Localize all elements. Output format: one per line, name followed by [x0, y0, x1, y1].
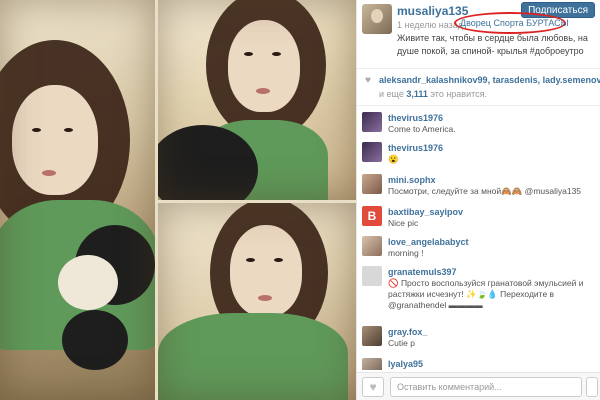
photo-top — [158, 0, 356, 200]
comment-text: Nice pic — [388, 218, 419, 228]
comment-username[interactable]: thevirus1976 — [388, 143, 443, 153]
commenter-avatar[interactable] — [362, 266, 382, 286]
heart-icon: ♥ — [365, 75, 371, 86]
comment-username[interactable]: gray.fox_ — [388, 327, 427, 337]
photo-bottom — [158, 203, 356, 400]
comment-text: Cutie p — [388, 338, 415, 348]
comment-username[interactable]: love_angelababyct — [388, 237, 469, 247]
comment-username[interactable]: lyalya95 — [388, 359, 423, 369]
author-avatar[interactable] — [362, 4, 392, 34]
photo-main — [0, 0, 155, 400]
commenter-avatar[interactable]: B — [362, 206, 382, 226]
more-options-button[interactable] — [586, 377, 598, 397]
post-location[interactable]: Дворец Спорта БУРТАСЫ — [460, 18, 569, 28]
comment-text: Посмотри, следуйте за мной🙈🙈 @musaliya13… — [388, 186, 582, 196]
likes-more-prefix: и еще — [379, 89, 404, 99]
photo-collage[interactable] — [0, 0, 356, 400]
comment-username[interactable]: thevirus1976 — [388, 113, 443, 123]
likes-count-line: и еще 3,111 это нравится. — [379, 89, 487, 99]
like-button[interactable]: ♥ — [362, 377, 384, 397]
comment-text: Come to America. — [388, 124, 456, 134]
likers-list[interactable]: aleksandr_kalashnikov99, tarasdenis, lad… — [379, 75, 600, 85]
commenter-avatar[interactable] — [362, 236, 382, 256]
comment-username[interactable]: granatemuls397 — [388, 267, 457, 277]
comment-footer: ♥ — [357, 372, 600, 400]
commenter-avatar[interactable] — [362, 326, 382, 346]
likes-count[interactable]: 3,111 — [406, 89, 428, 99]
comment-username[interactable]: baxtibay_sayipov — [388, 207, 463, 217]
comment-text: 🚫 Просто воспользуйся гранатовой эмульси… — [388, 278, 584, 310]
comments-list[interactable]: thevirus1976 Come to America. thevirus19… — [357, 112, 600, 370]
heart-icon: ♥ — [369, 380, 377, 394]
likes-section: ♥ aleksandr_kalashnikov99, tarasdenis, l… — [357, 68, 600, 106]
author-username[interactable]: musaliya135 — [397, 4, 468, 18]
post-details-panel: musaliya135 Подписаться 1 неделю назад Д… — [356, 0, 600, 400]
commenter-avatar[interactable] — [362, 142, 382, 162]
post-header: musaliya135 Подписаться 1 неделю назад Д… — [357, 0, 600, 64]
likes-more-suffix: это нравится. — [430, 89, 488, 99]
comment-input[interactable] — [390, 377, 582, 397]
comment-text: 😮 — [388, 154, 399, 164]
comment-username[interactable]: mini.sophx — [388, 175, 436, 185]
post-caption: Живите так, чтобы в сердце была любовь, … — [397, 33, 588, 56]
commenter-avatar[interactable] — [362, 112, 382, 132]
commenter-avatar[interactable] — [362, 358, 382, 370]
comment-text: morning ! — [388, 248, 424, 258]
commenter-avatar[interactable] — [362, 174, 382, 194]
